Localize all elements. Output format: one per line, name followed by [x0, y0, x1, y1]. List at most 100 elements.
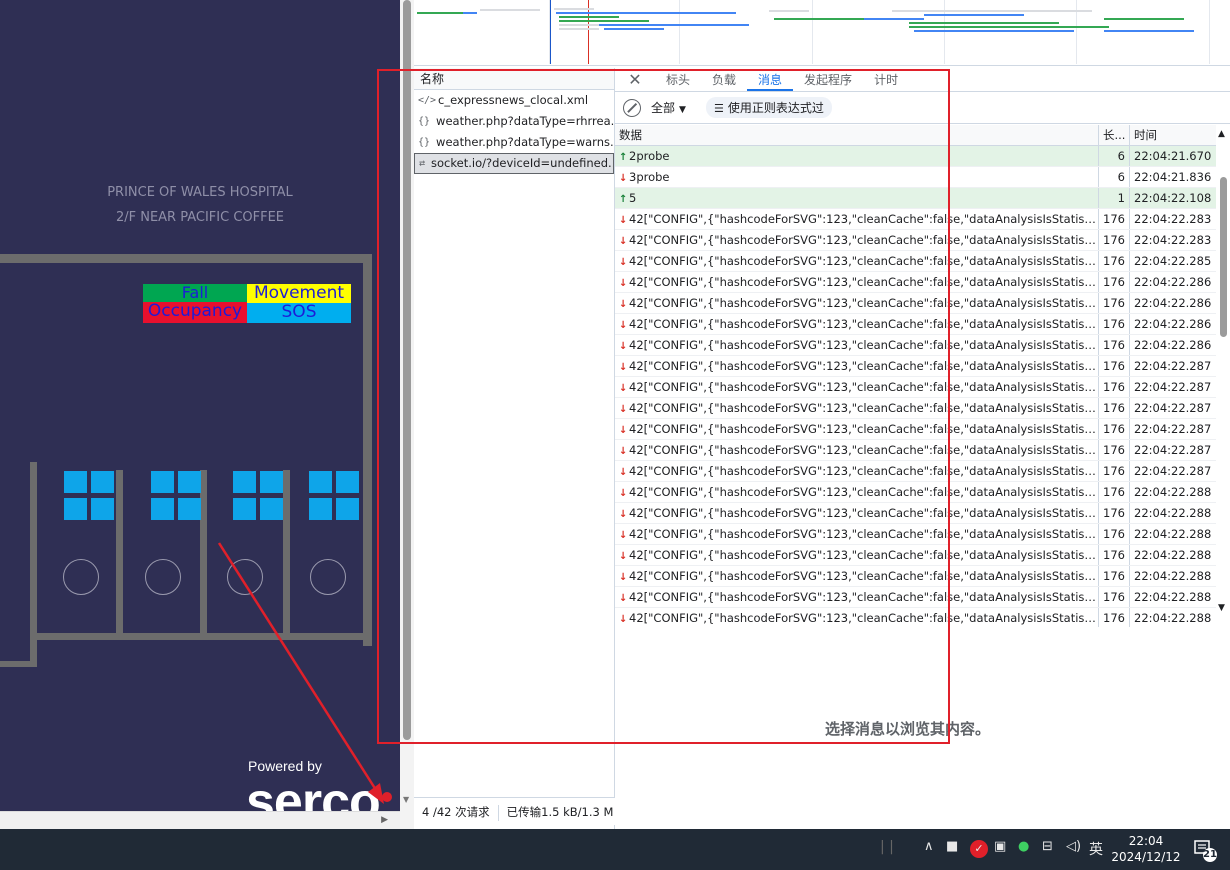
messages-scrollbar[interactable]: ▲ ▼ — [1216, 125, 1230, 627]
message-row[interactable]: ↓ 42["CONFIG",{"hashcodeForSVG":123,"clea… — [615, 608, 1216, 627]
volume-icon[interactable]: ◁) — [1066, 839, 1081, 854]
legend-fall: Fall — [143, 284, 247, 302]
notification-center-icon[interactable]: 21 — [1192, 839, 1220, 863]
legend-movement: Movement — [247, 284, 351, 303]
message-length: 176 — [1099, 314, 1130, 334]
message-row[interactable]: ↓ 42["CONFIG",{"hashcodeForSVG":123,"clea… — [615, 503, 1216, 524]
message-row[interactable]: ↓ 42["CONFIG",{"hashcodeForSVG":123,"clea… — [615, 314, 1216, 335]
message-row[interactable]: ↓ 42["CONFIG",{"hashcodeForSVG":123,"clea… — [615, 398, 1216, 419]
scrollbar-thumb[interactable] — [1220, 177, 1227, 337]
message-row[interactable]: ↓ 42["CONFIG",{"hashcodeForSVG":123,"clea… — [615, 335, 1216, 356]
message-type-select[interactable]: 全部 ▼ — [651, 99, 686, 116]
column-header-data[interactable]: 数据 — [615, 125, 1099, 145]
column-header-length[interactable]: 长... — [1099, 125, 1130, 145]
message-text: 42["CONFIG",{"hashcodeForSVG":123,"clean… — [629, 359, 1099, 373]
message-length: 6 — [1099, 167, 1130, 187]
wechat-icon[interactable]: ● — [1018, 839, 1029, 854]
message-row[interactable]: ↓ 42["CONFIG",{"hashcodeForSVG":123,"clea… — [615, 440, 1216, 461]
request-row[interactable]: </> c_expressnews_clocal.xml — [414, 90, 614, 111]
message-row[interactable]: ↓ 42["CONFIG",{"hashcodeForSVG":123,"clea… — [615, 461, 1216, 482]
bed-sensor-circle[interactable] — [310, 559, 346, 595]
received-arrow-icon: ↓ — [619, 446, 628, 457]
message-time: 22:04:22.286 — [1134, 338, 1212, 352]
dropdown-arrow-icon: ▼ — [679, 105, 686, 115]
message-row[interactable]: ↓ 42["CONFIG",{"hashcodeForSVG":123,"clea… — [615, 209, 1216, 230]
message-data: ↓ 42["CONFIG",{"hashcodeForSVG":123,"clea… — [615, 335, 1099, 355]
clock-date: 2024/12/12 — [1111, 850, 1181, 864]
message-time: 22:04:22.287 — [1134, 380, 1212, 394]
message-time: 22:04:22.283 — [1134, 212, 1212, 226]
message-length: 176 — [1099, 587, 1130, 607]
scroll-right-icon[interactable]: ▶ — [381, 815, 388, 825]
antivirus-icon[interactable]: ✓ — [970, 840, 988, 858]
request-row[interactable]: {} weather.php?dataType=warns... — [414, 132, 614, 153]
input-method-indicator[interactable]: 英 — [1089, 839, 1103, 859]
scroll-down-icon[interactable]: ▼ — [403, 795, 409, 804]
app-tray-icon[interactable]: ■ — [946, 839, 958, 854]
message-text: 42["CONFIG",{"hashcodeForSVG":123,"clean… — [629, 317, 1099, 331]
message-data: ↓ 3probe — [615, 167, 1099, 187]
system-clock[interactable]: 22:04 2024/12/12 — [1106, 833, 1186, 865]
message-data: ↓ 42["CONFIG",{"hashcodeForSVG":123,"clea… — [615, 587, 1099, 607]
tab-timing[interactable]: 计时 — [863, 69, 909, 91]
request-row-selected[interactable]: ⇄ socket.io/?deviceId=undefined... — [414, 153, 614, 174]
column-header-name[interactable]: 名称 — [414, 68, 614, 90]
window-icon[interactable] — [151, 471, 203, 521]
window-icon[interactable] — [309, 471, 361, 521]
message-time: 22:04:22.288 — [1134, 590, 1212, 604]
tab-headers[interactable]: 标头 — [655, 69, 701, 91]
message-row[interactable]: ↓ 42["CONFIG",{"hashcodeForSVG":123,"clea… — [615, 251, 1216, 272]
bed-sensor-circle[interactable] — [227, 559, 263, 595]
message-row[interactable]: ↓ 42["CONFIG",{"hashcodeForSVG":123,"clea… — [615, 377, 1216, 398]
request-name: c_expressnews_clocal.xml — [438, 93, 589, 107]
tab-messages[interactable]: 消息 — [747, 69, 794, 91]
message-row[interactable]: ↑ 5 1 22:04:22.108 — [615, 188, 1216, 209]
clear-messages-icon[interactable] — [623, 98, 641, 117]
message-data: ↓ 42["CONFIG",{"hashcodeForSVG":123,"clea… — [615, 230, 1099, 250]
message-time: 22:04:22.286 — [1134, 296, 1212, 310]
message-length: 176 — [1099, 356, 1130, 376]
scrollbar-thumb[interactable] — [403, 0, 411, 740]
tab-payload[interactable]: 负载 — [701, 69, 747, 91]
show-hidden-icons-icon[interactable]: ∧ — [924, 839, 934, 854]
message-row[interactable]: ↓ 42["CONFIG",{"hashcodeForSVG":123,"clea… — [615, 293, 1216, 314]
message-row[interactable]: ↓ 42["CONFIG",{"hashcodeForSVG":123,"clea… — [615, 272, 1216, 293]
screenshot-tool-icon[interactable]: ▣ — [994, 839, 1006, 854]
bed-sensor-circle[interactable] — [145, 559, 181, 595]
close-icon[interactable]: ✕ — [615, 69, 655, 91]
tab-initiator[interactable]: 发起程序 — [793, 69, 863, 91]
message-row[interactable]: ↓ 42["CONFIG",{"hashcodeForSVG":123,"clea… — [615, 587, 1216, 608]
message-text: 42["CONFIG",{"hashcodeForSVG":123,"clean… — [629, 548, 1099, 562]
request-detail-panel: ✕ 标头 负载 消息 发起程序 计时 全部 ▼ ☰ 使用正则表达式过 数据 长...… — [615, 68, 1230, 829]
message-row[interactable]: ↓ 42["CONFIG",{"hashcodeForSVG":123,"clea… — [615, 545, 1216, 566]
windows-taskbar: | | ∧ ■ ✓ ▣ ● ⊟ ◁) 英 22:04 2024/12/12 21 — [0, 829, 1230, 870]
scroll-down-icon[interactable]: ▼ — [1218, 603, 1225, 613]
page-vertical-scrollbar[interactable]: ▼ — [400, 0, 414, 829]
message-time: 22:04:22.287 — [1134, 359, 1212, 373]
bed-sensor-circle[interactable] — [63, 559, 99, 595]
message-row[interactable]: ↓ 3probe 6 22:04:21.836 — [615, 167, 1216, 188]
message-row[interactable]: ↑ 2probe 6 22:04:21.670 — [615, 146, 1216, 167]
regex-filter-input[interactable]: ☰ 使用正则表达式过 — [705, 97, 832, 118]
message-row[interactable]: ↓ 42["CONFIG",{"hashcodeForSVG":123,"clea… — [615, 356, 1216, 377]
page-horizontal-scrollbar[interactable]: ▶ — [0, 811, 400, 829]
message-row[interactable]: ↓ 42["CONFIG",{"hashcodeForSVG":123,"clea… — [615, 524, 1216, 545]
message-data: ↓ 42["CONFIG",{"hashcodeForSVG":123,"clea… — [615, 251, 1099, 271]
message-text: 2probe — [629, 149, 670, 163]
received-arrow-icon: ↓ — [619, 404, 628, 415]
message-row[interactable]: ↓ 42["CONFIG",{"hashcodeForSVG":123,"clea… — [615, 482, 1216, 503]
window-icon[interactable] — [64, 471, 116, 521]
message-row[interactable]: ↓ 42["CONFIG",{"hashcodeForSVG":123,"clea… — [615, 566, 1216, 587]
message-row[interactable]: ↓ 42["CONFIG",{"hashcodeForSVG":123,"clea… — [615, 419, 1216, 440]
taskbar-divider: | | — [880, 839, 894, 855]
scroll-up-icon[interactable]: ▲ — [1218, 129, 1225, 139]
window-icon[interactable] — [233, 471, 285, 521]
message-text: 42["CONFIG",{"hashcodeForSVG":123,"clean… — [629, 527, 1099, 541]
column-header-time[interactable]: 时间 — [1130, 125, 1216, 145]
network-icon[interactable]: ⊟ — [1042, 839, 1053, 854]
network-overview-timeline[interactable] — [414, 0, 1230, 66]
message-row[interactable]: ↓ 42["CONFIG",{"hashcodeForSVG":123,"clea… — [615, 230, 1216, 251]
received-arrow-icon: ↓ — [619, 236, 628, 247]
dom-content-loaded-line — [550, 0, 551, 64]
request-row[interactable]: {} weather.php?dataType=rhrrea... — [414, 111, 614, 132]
